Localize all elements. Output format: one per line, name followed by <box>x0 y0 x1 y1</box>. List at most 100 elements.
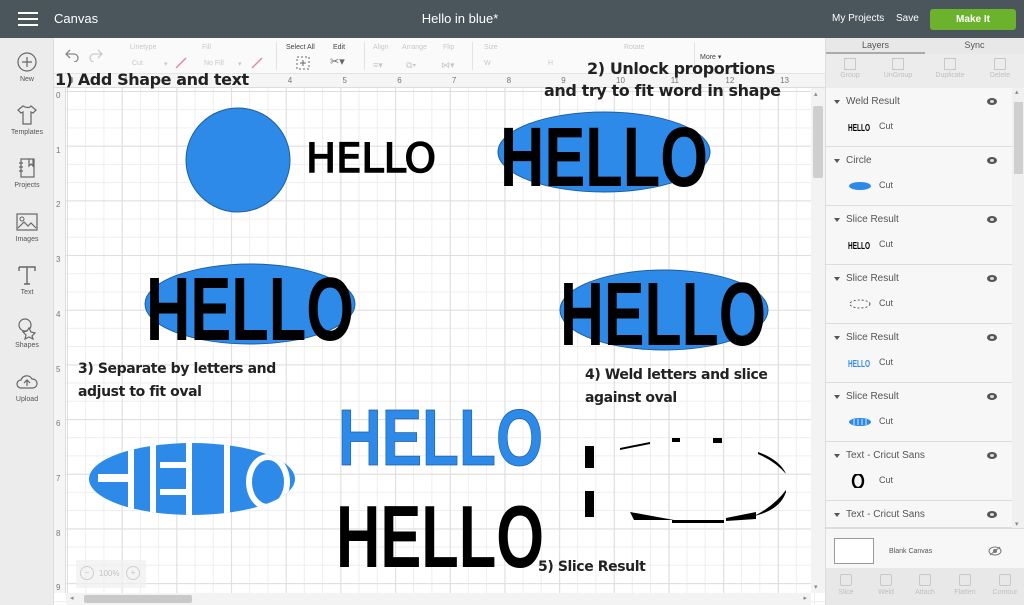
scroll-right-icon[interactable]: ▸ <box>803 594 807 602</box>
height-field[interactable]: H <box>548 60 553 67</box>
flatten-button[interactable]: Flatten <box>945 574 985 596</box>
layer-item[interactable]: Slice Result Cut <box>826 265 1012 324</box>
select-all-icon[interactable] <box>296 56 310 70</box>
scroll-left-icon[interactable]: ◂ <box>70 594 74 602</box>
sidebar-item-new[interactable]: New <box>0 50 54 83</box>
sidebar-label: Text <box>20 289 34 296</box>
fill-color-swatch[interactable] <box>250 56 264 70</box>
width-field[interactable]: W <box>484 60 491 67</box>
sidebar-item-templates[interactable]: Templates <box>0 103 54 136</box>
blank-canvas-row[interactable]: Blank Canvas <box>826 528 1024 568</box>
design-canvas[interactable] <box>54 74 825 605</box>
layer-item[interactable]: Slice Result Cut <box>826 383 1012 442</box>
attach-button[interactable]: Attach <box>905 574 945 596</box>
zoom-out-button[interactable]: − <box>80 566 94 580</box>
layer-item[interactable]: Weld Result HELLO Cut <box>826 88 1012 147</box>
ruler-tick-label: 8 <box>506 76 512 85</box>
canvas-color-swatch[interactable] <box>834 538 874 564</box>
expand-caret-icon[interactable] <box>834 513 840 517</box>
expand-caret-icon[interactable] <box>834 277 840 281</box>
make-it-button[interactable]: Make It <box>930 9 1016 30</box>
my-projects-link[interactable]: My Projects <box>832 13 884 24</box>
eye-icon[interactable] <box>987 393 997 400</box>
scroll-down-icon[interactable]: ▾ <box>1015 520 1019 528</box>
layer-item[interactable]: Text - Cricut Sans Cut <box>826 442 1012 501</box>
linetype-select[interactable]: Cut <box>132 60 143 67</box>
redo-icon[interactable] <box>88 48 104 62</box>
sidebar-label: Projects <box>14 182 40 189</box>
ungroup-button[interactable]: UnGroup <box>874 58 922 79</box>
delete-button[interactable]: Delete <box>976 58 1024 79</box>
ruler-tick-label: 7 <box>56 473 61 483</box>
eye-icon[interactable] <box>987 216 997 223</box>
layer-thumbnail <box>849 182 871 190</box>
eye-icon[interactable] <box>987 452 997 459</box>
scroll-down-icon[interactable]: ▾ <box>814 583 818 591</box>
layer-item[interactable]: Text - Cricut Sans <box>826 501 1012 528</box>
scroll-up-icon[interactable]: ▴ <box>814 90 818 98</box>
layer-title: Slice Result <box>846 332 899 343</box>
sidebar-item-upload[interactable]: Upload <box>0 370 54 403</box>
ruler-tick-label: 1 <box>56 145 61 155</box>
scroll-up-icon[interactable]: ▴ <box>1015 88 1019 96</box>
ruler-tick-label: 4 <box>56 309 61 319</box>
scissors-icon[interactable]: ✂▾ <box>330 55 345 68</box>
layer-thumbnail <box>849 299 871 309</box>
group-button[interactable]: Group <box>826 58 874 79</box>
tab-layers[interactable]: Layers <box>826 40 925 50</box>
save-button[interactable]: Save <box>896 13 919 24</box>
vertical-ruler: 0 1 2 3 4 5 6 7 8 9 <box>54 88 66 593</box>
undo-icon[interactable] <box>64 48 80 62</box>
layer-item[interactable]: Circle Cut <box>826 147 1012 206</box>
tab-sync[interactable]: Sync <box>925 40 1024 50</box>
rotate-label: Rotate <box>624 44 645 51</box>
sidebar-label: Images <box>15 236 39 243</box>
ruler-tick-label: 3 <box>56 255 61 265</box>
arrange-icon[interactable]: ⧉▾ <box>406 60 416 71</box>
flip-icon[interactable]: ⋈▾ <box>441 60 455 71</box>
linetype-color-swatch[interactable] <box>174 56 188 70</box>
horizontal-scroll-thumb[interactable] <box>84 595 192 603</box>
layer-title: Slice Result <box>846 273 899 284</box>
slice-button[interactable]: Slice <box>826 574 866 596</box>
panel-tabs: Layers Sync <box>826 38 1024 54</box>
sidebar-label: Shapes <box>15 342 39 349</box>
eye-hidden-icon[interactable] <box>988 546 1002 556</box>
weld-button[interactable]: Weld <box>866 574 906 596</box>
expand-caret-icon[interactable] <box>834 454 840 458</box>
vertical-scroll-thumb[interactable] <box>813 106 823 178</box>
contour-button[interactable]: Contour <box>985 574 1024 596</box>
ruler-tick-label: 2 <box>56 200 61 210</box>
horizontal-scrollbar[interactable]: ◂ ▸ <box>66 593 811 605</box>
fill-select[interactable]: No Fill <box>204 60 224 67</box>
align-icon[interactable]: ≡▾ <box>373 60 383 71</box>
duplicate-button[interactable]: Duplicate <box>926 58 974 79</box>
chevron-down-icon: ▾ <box>238 61 242 68</box>
layer-item[interactable]: Slice Result HELLO Cut <box>826 206 1012 265</box>
document-title: Hello in blue* <box>421 11 499 26</box>
eye-icon[interactable] <box>987 157 997 164</box>
sidebar-item-text[interactable]: Text <box>0 263 54 296</box>
layer-item[interactable]: Slice Result HELLO Cut <box>826 324 1012 383</box>
eye-icon[interactable] <box>987 98 997 105</box>
expand-caret-icon[interactable] <box>834 395 840 399</box>
size-label: Size <box>484 44 498 51</box>
expand-caret-icon[interactable] <box>834 159 840 163</box>
eye-icon[interactable] <box>987 511 997 518</box>
expand-caret-icon[interactable] <box>834 100 840 104</box>
sidebar-item-shapes[interactable]: Shapes <box>0 316 54 349</box>
expand-caret-icon[interactable] <box>834 336 840 340</box>
vertical-scrollbar[interactable]: ▴ ▾ <box>811 88 825 593</box>
layers-scroll-thumb[interactable] <box>1014 102 1023 174</box>
expand-caret-icon[interactable] <box>834 218 840 222</box>
sidebar-item-images[interactable]: Images <box>0 210 54 243</box>
eye-icon[interactable] <box>987 334 997 341</box>
group-icon <box>844 58 856 70</box>
sidebar-item-projects[interactable]: Projects <box>0 156 54 189</box>
annotation-step3: 3) Separate by letters and <box>78 361 276 377</box>
eye-icon[interactable] <box>987 275 997 282</box>
zoom-in-button[interactable]: + <box>126 566 140 580</box>
layers-scrollbar[interactable]: ▴ ▾ <box>1012 88 1024 528</box>
notebook-icon <box>19 158 35 178</box>
ruler-tick-label: 6 <box>56 419 61 429</box>
